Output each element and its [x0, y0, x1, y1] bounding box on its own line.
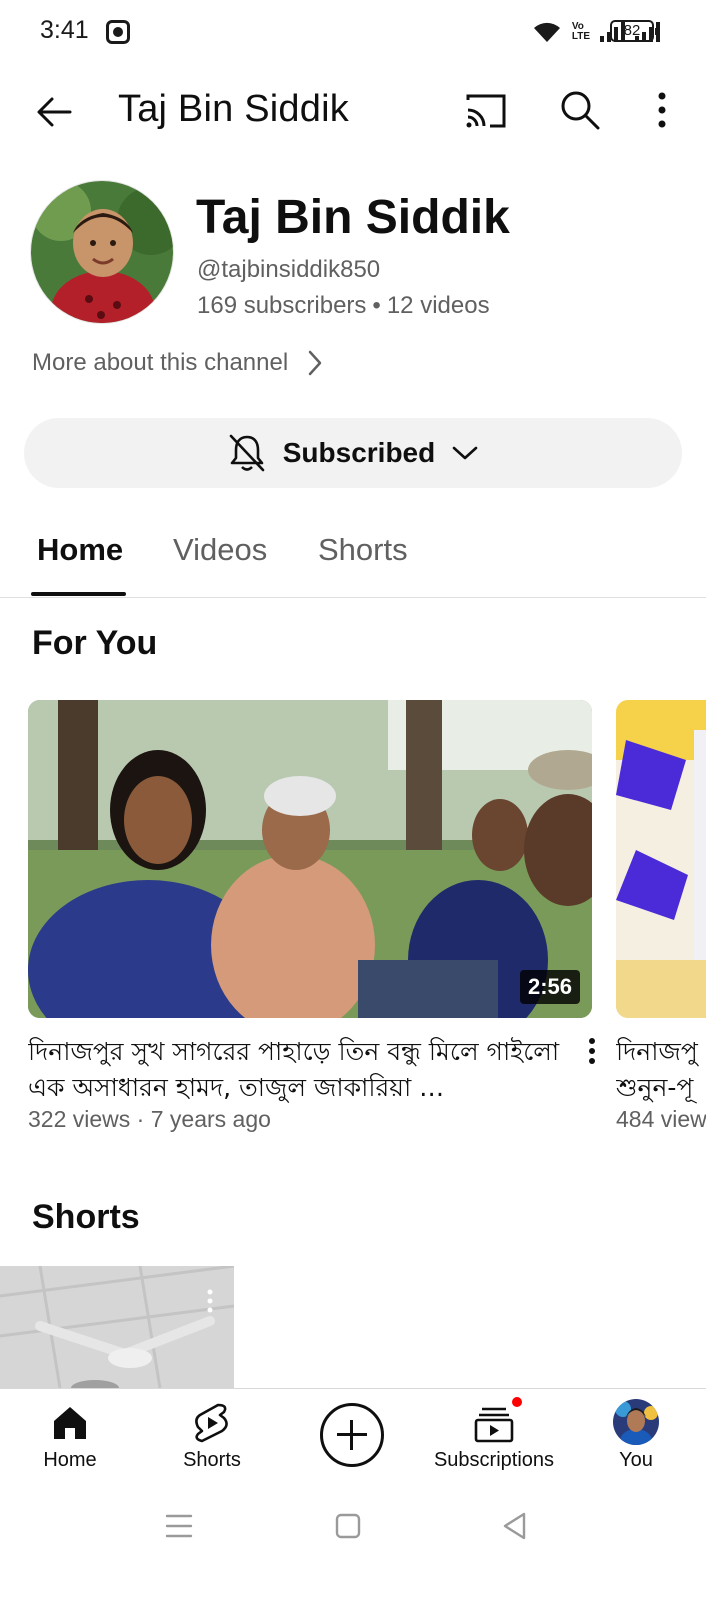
stats-separator: •	[372, 292, 381, 319]
scroll-edge	[706, 690, 720, 1160]
video-menu-button[interactable]	[580, 1036, 604, 1068]
cast-icon	[466, 94, 506, 128]
subscriptions-icon-wrap	[472, 1395, 524, 1445]
more-vert-icon	[589, 1038, 595, 1064]
more-vert-icon	[207, 1289, 213, 1313]
channel-avatar[interactable]	[30, 180, 174, 324]
short-thumbnail[interactable]	[0, 1266, 234, 1388]
channel-stats: 169 subscribers • 12 videos	[197, 292, 490, 320]
active-tab-indicator	[31, 592, 126, 596]
nav-shorts[interactable]: Shorts	[172, 1389, 252, 1489]
video-meta-2: 484 view	[616, 1106, 707, 1132]
shorts-icon	[195, 1403, 228, 1443]
cast-button[interactable]	[462, 88, 510, 136]
nav-home-label: Home	[43, 1449, 97, 1471]
system-navigation-bar	[0, 1488, 720, 1600]
back-system-icon[interactable]	[500, 1510, 530, 1542]
search-button[interactable]	[556, 86, 604, 134]
shorts-heading: Shorts	[32, 1198, 140, 1236]
wifi-icon	[533, 22, 560, 42]
back-button[interactable]	[30, 86, 82, 138]
tab-videos[interactable]: Videos	[173, 532, 267, 568]
tab-shorts[interactable]: Shorts	[318, 532, 408, 568]
back-arrow-icon	[37, 97, 72, 127]
video-title[interactable]: দিনাজপুর সুখ সাগরের পাহাড়ে তিন বন্ধু মি…	[28, 1034, 568, 1106]
home-icon	[54, 1407, 86, 1439]
channel-tabs: Home Videos Shorts	[0, 510, 706, 598]
app-bar-title: Taj Bin Siddik	[118, 88, 349, 130]
chevron-down-icon	[452, 446, 478, 460]
subscribed-label: Subscribed	[282, 437, 436, 468]
nav-you[interactable]: You	[596, 1389, 676, 1489]
subscriber-count: 169 subscribers	[197, 292, 367, 319]
video-title-2[interactable]: দিনাজপু শুনুন-পূ	[616, 1034, 720, 1106]
battery-icon: 82	[610, 20, 658, 42]
tab-home[interactable]: Home	[37, 532, 123, 568]
for-you-heading: For You	[32, 624, 158, 662]
create-button[interactable]	[320, 1403, 384, 1467]
search-icon	[561, 91, 600, 130]
more-vert-icon	[658, 92, 666, 128]
video-meta: 322 views · 7 years ago	[28, 1106, 271, 1132]
video-thumbnail-2[interactable]	[616, 700, 720, 1018]
video-title-2-line2: শুনুন-পূ	[616, 1073, 694, 1102]
notification-dot	[510, 1395, 524, 1409]
subscriptions-icon	[474, 1407, 514, 1443]
you-avatar	[613, 1399, 659, 1445]
screen-record-icon	[106, 20, 130, 44]
nav-home[interactable]: Home	[30, 1389, 110, 1489]
home-system-icon[interactable]	[334, 1512, 362, 1540]
nav-you-label: You	[619, 1449, 653, 1471]
chevron-right-icon	[308, 350, 322, 376]
volte-indicator: Vo LTE	[571, 21, 590, 42]
recent-apps-icon[interactable]	[164, 1512, 194, 1540]
more-options-button[interactable]	[640, 86, 684, 134]
channel-name: Taj Bin Siddik	[196, 191, 510, 244]
channel-handle: @tajbinsiddik850	[197, 256, 381, 283]
status-time: 3:41	[40, 16, 89, 44]
bottom-navigation: Home Shorts Subscriptions You	[0, 1388, 706, 1488]
top-app-bar: Taj Bin Siddik	[0, 64, 720, 156]
more-about-channel-link[interactable]: More about this channel	[32, 348, 324, 378]
video-duration: 2:56	[519, 970, 580, 1004]
bell-off-icon	[229, 434, 265, 472]
subscribed-button[interactable]: Subscribed	[24, 418, 682, 488]
nav-subscriptions-label: Subscriptions	[433, 1449, 555, 1471]
video-thumbnail[interactable]: 2:56	[28, 700, 592, 1018]
nav-shorts-label: Shorts	[183, 1449, 241, 1471]
status-bar: 3:41 Vo LTE 82	[0, 0, 720, 64]
short-menu-button[interactable]	[204, 1288, 216, 1314]
nav-subscriptions[interactable]: Subscriptions	[434, 1389, 554, 1489]
more-about-label: More about this channel	[32, 349, 289, 376]
video-count: 12 videos	[386, 292, 490, 319]
video-title-2-line1: দিনাজপু	[616, 1037, 698, 1066]
